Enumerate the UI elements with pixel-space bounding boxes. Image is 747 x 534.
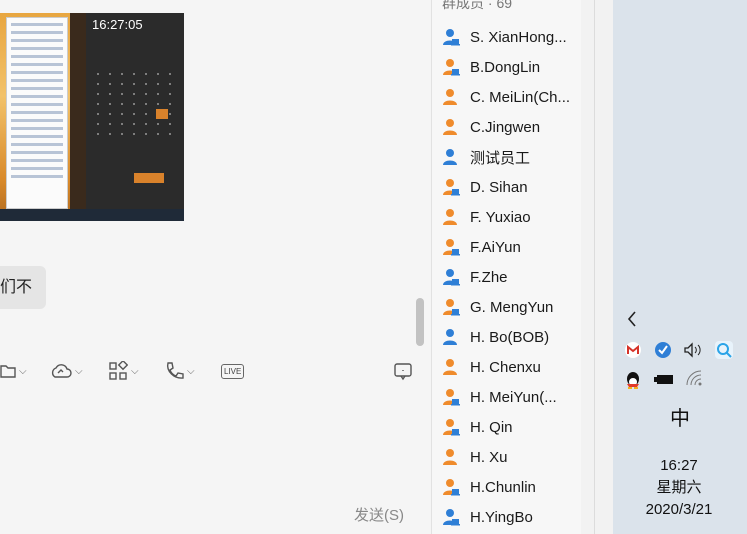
member-item[interactable]: H.YingBo — [442, 502, 533, 532]
ime-indicator[interactable]: 中 — [670, 402, 690, 431]
chat-scrollbar[interactable] — [416, 298, 424, 346]
user-avatar-icon — [442, 448, 460, 466]
user-avatar-icon — [442, 268, 460, 286]
user-avatar-icon — [442, 298, 460, 316]
chevron-down-icon: ⌵ — [75, 365, 83, 377]
user-avatar-icon — [442, 388, 460, 406]
member-item[interactable]: F.Zhe — [442, 262, 508, 292]
member-item[interactable]: 测试员工 — [442, 142, 530, 172]
user-avatar-icon — [442, 508, 460, 526]
member-name: H. Chenxu — [470, 358, 541, 376]
user-avatar-icon — [442, 58, 460, 76]
member-name: F.AiYun — [470, 238, 521, 256]
member-item[interactable]: H. Bo(BOB) — [442, 322, 549, 352]
member-name: H. MeiYun(... — [470, 388, 557, 406]
member-name: H. Bo(BOB) — [470, 328, 550, 346]
user-avatar-icon — [442, 178, 460, 196]
gmail-icon[interactable] — [624, 341, 642, 364]
member-item[interactable]: F. Yuxiao — [442, 202, 531, 232]
member-name: G. MengYun — [470, 298, 554, 316]
user-avatar-icon — [442, 148, 460, 166]
member-item[interactable]: B.DongLin — [442, 52, 540, 82]
message-record-button[interactable] — [393, 356, 413, 386]
thumbnail-calendar-grid — [92, 69, 180, 141]
member-name: C. MeiLin(Ch... — [470, 88, 571, 106]
user-avatar-icon — [442, 328, 460, 346]
taskbar-clock[interactable]: 16:27 星期六 2020/3/21 — [633, 455, 725, 521]
thumbnail-button — [134, 173, 164, 183]
member-count: 群成员 · 69 — [442, 0, 513, 11]
user-avatar-icon — [442, 358, 460, 376]
apps-button[interactable]: ⌵ — [108, 356, 139, 386]
window-gap — [581, 0, 613, 534]
input-toolbar: ⌵ ⌵ ⌵ ⌵ LIVE — [0, 356, 431, 386]
cloud-icon — [51, 364, 72, 378]
clock-date: 2020/3/21 — [645, 501, 713, 518]
member-name: F. Yuxiao — [470, 208, 531, 226]
member-name: D. Sihan — [470, 178, 528, 196]
member-item[interactable]: H.Chunlin — [442, 472, 536, 502]
thumbnail-taskbar — [0, 209, 184, 221]
send-button[interactable]: 发送(S) — [354, 504, 404, 525]
user-avatar-icon — [442, 478, 460, 496]
chevron-down-icon: ⌵ — [187, 365, 195, 377]
clock-weekday: 星期六 — [656, 479, 702, 496]
user-avatar-icon — [442, 418, 460, 436]
member-name: H. Xu — [470, 448, 508, 466]
member-name: 测试员工 — [470, 149, 531, 167]
member-item[interactable]: C.Jingwen — [442, 112, 540, 142]
message-icon — [394, 363, 412, 381]
live-button[interactable]: LIVE — [221, 356, 245, 386]
user-avatar-icon — [442, 88, 460, 106]
member-name: H.Chunlin — [470, 478, 536, 496]
vpn-icon[interactable] — [654, 341, 672, 364]
chevron-down-icon: ⌵ — [19, 365, 27, 377]
member-item[interactable]: H. MeiYun(... — [442, 382, 557, 412]
divider — [594, 0, 595, 534]
qq-icon[interactable] — [624, 370, 642, 395]
user-avatar-icon — [442, 208, 460, 226]
user-avatar-icon — [442, 118, 460, 136]
thumbnail-window — [6, 17, 68, 209]
folder-icon — [0, 365, 16, 378]
clock-time: 16:27 — [660, 457, 698, 474]
member-item[interactable]: D. Sihan — [442, 172, 528, 202]
phone-icon — [167, 362, 184, 379]
member-name: H.YingBo — [470, 508, 533, 526]
message-bubble: 们不 — [0, 266, 46, 309]
system-tray — [613, 0, 747, 534]
user-avatar-icon — [442, 28, 460, 46]
user-avatar-icon — [442, 238, 460, 256]
member-item[interactable]: H. Xu — [442, 442, 508, 472]
thumbnail-clock: 16:27:05 — [92, 17, 143, 32]
member-name: S. XianHong... — [470, 28, 567, 46]
member-list: 群成员 · 69 S. XianHong... B.DongLin C. MeiLi… — [431, 0, 582, 534]
member-item[interactable]: H. Chenxu — [442, 352, 541, 382]
chevron-left-icon[interactable] — [626, 310, 638, 333]
apps-icon — [109, 361, 128, 380]
member-item[interactable]: H. Qin — [442, 412, 513, 442]
member-item[interactable]: G. MengYun — [442, 292, 553, 322]
qq-search-icon[interactable] — [714, 340, 734, 365]
thumbnail-selected-day — [156, 109, 168, 119]
wifi-icon[interactable] — [685, 369, 705, 392]
battery-icon[interactable] — [653, 372, 675, 391]
member-name: F.Zhe — [470, 268, 508, 286]
member-name: B.DongLin — [470, 58, 541, 76]
chat-panel: 16:27:05 们不 ⌵ ⌵ ⌵ ⌵ LIVE 发送(S) — [0, 0, 431, 534]
live-icon: LIVE — [221, 363, 245, 379]
cloud-button[interactable]: ⌵ — [50, 356, 83, 386]
member-item[interactable]: C. MeiLin(Ch... — [442, 82, 570, 112]
member-item[interactable]: S. XianHong... — [442, 22, 567, 52]
screenshot-thumbnail[interactable]: 16:27:05 — [0, 13, 184, 221]
chevron-down-icon: ⌵ — [131, 365, 139, 377]
volume-icon[interactable] — [683, 341, 705, 364]
member-name: H. Qin — [470, 418, 513, 436]
member-item[interactable]: F.AiYun — [442, 232, 521, 262]
member-name: C.Jingwen — [470, 118, 541, 136]
folder-button[interactable]: ⌵ — [0, 356, 27, 386]
call-button[interactable]: ⌵ — [164, 356, 195, 386]
